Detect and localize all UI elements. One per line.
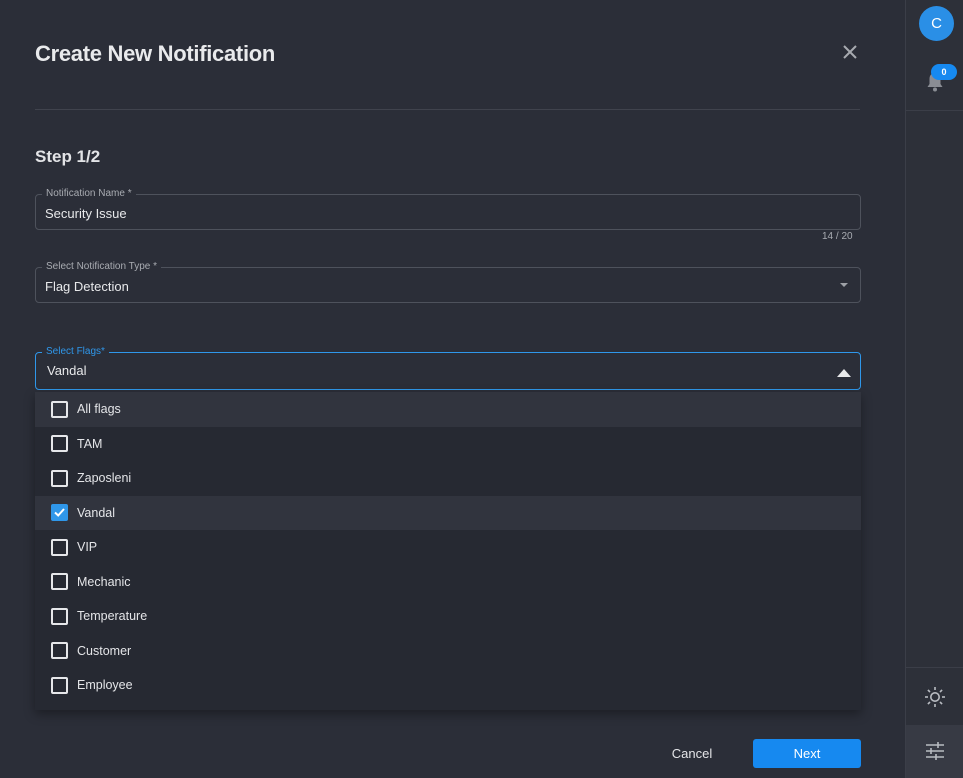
flag-option-label: Mechanic <box>77 574 131 589</box>
notification-name-value[interactable]: Security Issue <box>45 206 127 221</box>
divider <box>35 109 860 110</box>
flags-value: Vandal <box>47 363 87 378</box>
flag-option-label: Employee <box>77 678 133 693</box>
flag-option-label: TAM <box>77 436 103 451</box>
rail-divider <box>906 110 963 111</box>
rail-divider <box>906 667 963 668</box>
flag-option-label: Temperature <box>77 609 148 624</box>
flag-option[interactable]: Vandal <box>35 495 861 530</box>
checkbox-icon[interactable] <box>51 676 68 694</box>
notification-type-value: Flag Detection <box>45 279 129 294</box>
cancel-button[interactable]: Cancel <box>662 739 722 767</box>
flag-option[interactable]: VIP <box>35 530 861 565</box>
flag-option[interactable]: Temperature <box>35 599 861 634</box>
notification-type-select[interactable]: Select Notification Type * Flag Detectio… <box>35 261 861 303</box>
next-button[interactable]: Next <box>753 739 861 768</box>
create-notification-dialog: Create New Notification Step 1/2 Notific… <box>0 0 905 778</box>
tune-icon <box>924 740 946 762</box>
flag-option-label: Vandal <box>77 505 115 520</box>
checkbox-icon[interactable] <box>51 573 68 591</box>
checkbox-icon[interactable] <box>51 400 68 418</box>
notification-name-label: Notification Name * <box>42 188 136 200</box>
checkbox-icon[interactable] <box>51 538 68 556</box>
flag-option-label: All flags <box>77 402 121 417</box>
character-counter: 14 / 20 <box>822 231 853 242</box>
flag-option-label: Customer <box>77 643 132 658</box>
sun-icon[interactable] <box>924 686 946 708</box>
chevron-down-icon <box>840 283 848 287</box>
flags-select[interactable]: Select Flags* Vandal <box>35 346 861 390</box>
flags-dropdown-list: All flags TAM Zaposleni Vandal VIP Mechanic Te… <box>35 392 861 710</box>
checkbox-icon[interactable] <box>51 469 68 487</box>
flag-option[interactable]: Customer <box>35 634 861 669</box>
flag-option-label: Zaposleni <box>77 471 132 486</box>
close-icon[interactable] <box>840 42 860 62</box>
flag-option[interactable]: Mechanic <box>35 565 861 600</box>
notification-type-label: Select Notification Type * <box>42 261 161 273</box>
flag-option[interactable]: Employee <box>35 668 861 703</box>
notification-name-field[interactable]: Notification Name * Security Issue <box>35 188 861 230</box>
step-indicator: Step 1/2 <box>35 147 101 166</box>
checkbox-icon[interactable] <box>51 607 68 625</box>
flag-option[interactable]: All flags <box>35 392 861 427</box>
settings-panel-toggle[interactable] <box>906 725 963 778</box>
right-rail: C 0 <box>905 0 963 778</box>
checkbox-checked-icon[interactable] <box>51 504 68 522</box>
dialog-title: Create New Notification <box>35 41 276 66</box>
flags-label: Select Flags* <box>42 346 109 358</box>
flag-option[interactable]: TAM <box>35 427 861 462</box>
flag-option[interactable]: Zaposleni <box>35 461 861 496</box>
chevron-up-icon[interactable] <box>837 369 851 377</box>
avatar[interactable]: C <box>919 6 954 41</box>
flag-option-label: VIP <box>77 540 98 555</box>
notification-count-badge: 0 <box>931 64 957 80</box>
checkbox-icon[interactable] <box>51 642 68 660</box>
checkbox-icon[interactable] <box>51 435 68 453</box>
